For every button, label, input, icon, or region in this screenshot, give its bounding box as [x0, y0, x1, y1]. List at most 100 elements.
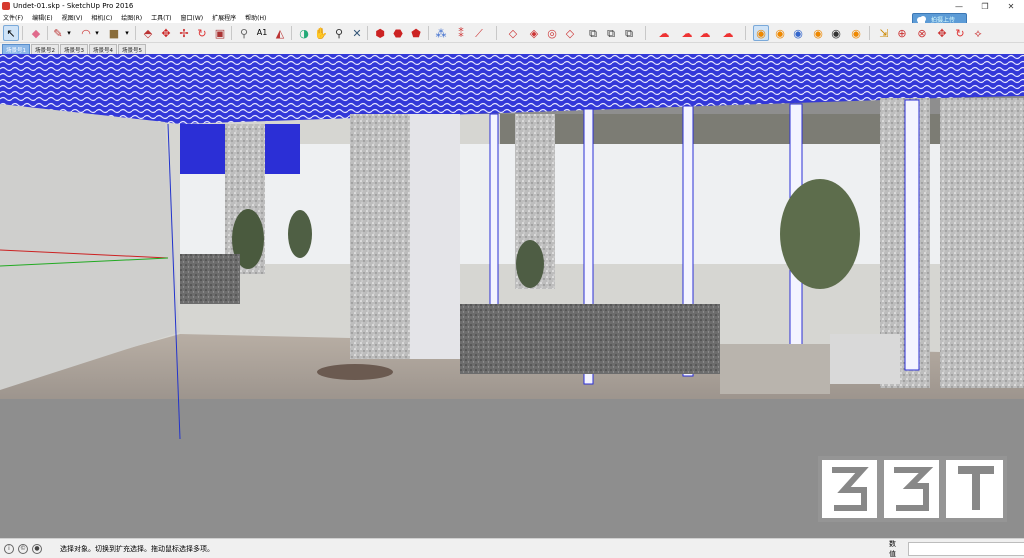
camera-icon[interactable]: ◇: [562, 25, 578, 41]
rectangle-icon[interactable]: ■: [106, 25, 122, 41]
status-bar: i © ● 选择对象。切换到扩充选择。拖动鼠标选择多项。 数值: [0, 538, 1024, 558]
rotate-icon[interactable]: ✢: [176, 25, 192, 41]
tab-scene-1[interactable]: 场景号1: [2, 44, 30, 54]
cloud-icon[interactable]: ☁: [656, 25, 672, 41]
minimize-icon[interactable]: —: [946, 0, 972, 12]
dropdown-arrow-icon[interactable]: ▾: [64, 25, 74, 41]
toolbar-separator: [745, 26, 746, 40]
protractor-icon[interactable]: ◭: [272, 25, 288, 41]
logo-icon[interactable]: ⟡: [970, 25, 986, 41]
tape-measure-icon[interactable]: ⚲: [236, 25, 252, 41]
point-cloud-icon[interactable]: ◉: [772, 25, 788, 41]
menu-file[interactable]: 文件(F): [3, 13, 23, 22]
point-cloud-icon[interactable]: ☁: [679, 25, 695, 41]
text-icon[interactable]: A1: [254, 25, 270, 41]
axes-icon[interactable]: ⧉: [585, 25, 601, 41]
ceiling-grid: [500, 114, 940, 144]
mullion: [904, 99, 920, 371]
status-icons: i © ●: [4, 543, 46, 554]
menu-edit[interactable]: 编辑(E): [32, 13, 52, 22]
measurements-label: 数值: [889, 540, 896, 558]
dropdown-arrow-icon[interactable]: ▾: [122, 25, 132, 41]
offset-icon[interactable]: ⧉: [621, 25, 637, 41]
maximize-icon[interactable]: ❐: [972, 0, 998, 12]
tab-scene-5[interactable]: 场景号5: [118, 44, 146, 54]
toolbar-separator: [22, 26, 23, 40]
sketchup-window: Undet-01.skp - SketchUp Pro 2016 — ❐ ✕ 文…: [0, 0, 1024, 558]
main-toolbar: ↖ ◆ ✎ ▾ ◠ ▾ ■ ▾ ⬘ ✥ ✢ ↻ ▣ ⚲ A1 ◭ ◑ ✋ ⚲ ✕…: [0, 23, 1024, 43]
menu-draw[interactable]: 绘图(R): [121, 13, 142, 22]
window-title: Undet-01.skp - SketchUp Pro 2016: [13, 2, 134, 10]
dimensions-icon[interactable]: ⧉: [603, 25, 619, 41]
orbit-icon[interactable]: ◑: [296, 25, 312, 41]
menu-camera[interactable]: 相机(C): [91, 13, 112, 22]
import-icon[interactable]: ⇲: [876, 25, 892, 41]
menu-window[interactable]: 窗口(W): [181, 13, 204, 22]
cabinet: [180, 254, 240, 304]
tab-scene-3[interactable]: 场景号3: [60, 44, 88, 54]
status-message: 选择对象。切换到扩充选择。拖动鼠标选择多项。: [60, 544, 214, 553]
toolbar-separator: [645, 26, 646, 40]
shadow-icon[interactable]: ◈: [526, 25, 542, 41]
menu-help[interactable]: 帮助(H): [245, 13, 266, 22]
credit-icon[interactable]: ©: [18, 543, 28, 554]
point-cloud-icon[interactable]: ◉: [828, 25, 844, 41]
warehouse-icon[interactable]: ⬢: [372, 25, 388, 41]
scale-icon[interactable]: ↻: [194, 25, 210, 41]
move-icon[interactable]: ✥: [934, 25, 950, 41]
select-icon[interactable]: ↖: [3, 25, 19, 41]
title-bar: Undet-01.skp - SketchUp Pro 2016 — ❐ ✕: [0, 0, 1024, 12]
point-cloud-icon[interactable]: ☁: [720, 25, 736, 41]
point-cloud-icon[interactable]: ◉: [790, 25, 806, 41]
point-cloud-icon[interactable]: ☁: [697, 25, 713, 41]
style-icon[interactable]: ◇: [505, 25, 521, 41]
walk-icon[interactable]: ⟋: [471, 25, 487, 41]
toolbar-separator: [869, 26, 870, 40]
info-icon[interactable]: i: [4, 543, 14, 554]
export-icon[interactable]: ⊕: [894, 25, 910, 41]
measurements-box: 数值: [889, 540, 1024, 558]
toolbar-separator: [135, 26, 136, 40]
dropdown-arrow-icon[interactable]: ▾: [92, 25, 102, 41]
toolbar-separator: [496, 26, 497, 40]
point-cloud-icon[interactable]: ◉: [753, 25, 769, 41]
floor-debris: [317, 364, 393, 380]
settings-icon[interactable]: ⊗: [914, 25, 930, 41]
sketchup-logo-icon: [2, 2, 10, 10]
zoom-icon[interactable]: ⚲: [331, 25, 347, 41]
toolbar-separator: [231, 26, 232, 40]
close-icon[interactable]: ✕: [998, 0, 1024, 12]
ceiling: [0, 54, 1024, 124]
point-cloud-icon[interactable]: ◉: [810, 25, 826, 41]
pan-icon[interactable]: ✋: [313, 25, 329, 41]
tab-scene-2[interactable]: 场景号2: [31, 44, 59, 54]
toolbar-separator: [367, 26, 368, 40]
fog-icon[interactable]: ◎: [544, 25, 560, 41]
components-icon[interactable]: ⬣: [390, 25, 406, 41]
table: [720, 344, 830, 394]
refresh-icon[interactable]: ↻: [952, 25, 968, 41]
scatter-icon[interactable]: ⁂: [433, 25, 449, 41]
pillar: [940, 98, 1024, 388]
zoom-extents-icon[interactable]: ✕: [349, 25, 365, 41]
menu-tools[interactable]: 工具(T): [151, 13, 171, 22]
menu-bar: 文件(F) 编辑(E) 视图(V) 相机(C) 绘图(R) 工具(T) 窗口(W…: [0, 12, 1024, 23]
measurements-input[interactable]: [908, 542, 1024, 556]
menu-view[interactable]: 视图(V): [62, 13, 83, 22]
push-pull-icon[interactable]: ⬘: [140, 25, 156, 41]
eraser-icon[interactable]: ◆: [28, 25, 44, 41]
pillar: [410, 114, 460, 359]
move-icon[interactable]: ✥: [158, 25, 174, 41]
menu-extensions[interactable]: 扩展程序: [212, 13, 236, 22]
sofa: [460, 304, 720, 374]
extension-warehouse-icon[interactable]: ⬟: [408, 25, 424, 41]
section-icon[interactable]: ⁑: [453, 25, 469, 41]
toolbar-separator: [428, 26, 429, 40]
plant: [780, 179, 860, 289]
tab-scene-4[interactable]: 场景号4: [89, 44, 117, 54]
point-cloud-icon[interactable]: ◉: [848, 25, 864, 41]
model-viewport[interactable]: [0, 54, 1024, 538]
user-icon[interactable]: ●: [32, 543, 42, 554]
watermark-logo: [818, 456, 1007, 522]
follow-me-icon[interactable]: ▣: [212, 25, 228, 41]
